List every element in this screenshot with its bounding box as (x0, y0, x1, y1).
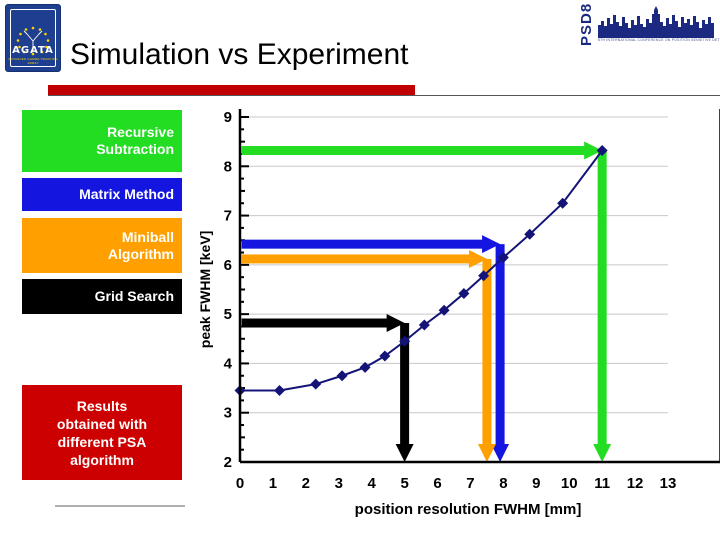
chart-plot-border (238, 109, 720, 464)
x-tick-label: 7 (466, 475, 474, 492)
agata-logo: AGATA ADVANCED GAMMA TRACKING ARRAY (5, 4, 61, 72)
series-marker (310, 378, 322, 390)
results-note-line3: different PSA (57, 433, 147, 450)
series-line (240, 149, 603, 392)
y-tick-label: 5 (224, 306, 232, 323)
x-tick-label: 11 (594, 475, 610, 492)
title-rule-thin (48, 95, 720, 96)
chart-svg: 23456789 0 1 2 3 4 5 6 7 8 9 10 11 12 13 position res… (197, 109, 720, 518)
results-note-rule (55, 505, 185, 507)
series-marker (274, 385, 286, 397)
results-note: Results obtained with different PSA algo… (22, 385, 182, 480)
psd8-logo: PSD8 8TH INTERNATIONAL CONFERENCE ON POS… (572, 0, 720, 52)
y-tick-label: 7 (224, 208, 232, 225)
results-note-line1: Results (76, 397, 128, 414)
agata-subtitle: ADVANCED GAMMA TRACKING ARRAY (8, 57, 58, 65)
x-tick-label: 6 (433, 475, 441, 492)
x-axis-title: position resolution FWHM [mm] (355, 501, 582, 518)
results-note-line2: obtained with (56, 415, 148, 432)
psd8-caption: 8TH INTERNATIONAL CONFERENCE ON POSITION… (598, 38, 720, 42)
legend-item-miniball-algorithm[interactable]: Miniball Algorithm (22, 218, 182, 273)
y-tick-label: 4 (224, 355, 233, 372)
psd8-wordmark: PSD8 (578, 2, 595, 46)
y-tick-label: 9 (224, 109, 232, 126)
agata-wordmark: AGATA (12, 45, 54, 56)
grid-search-marker (241, 314, 414, 462)
page-title: Simulation vs Experiment (70, 38, 409, 71)
x-tick-label: 13 (660, 475, 677, 492)
y-tick-label: 3 (224, 405, 232, 422)
y-axis-title: peak FWHM [keV] (197, 231, 213, 348)
miniball-algorithm-marker (241, 249, 496, 462)
y-tick-label: 8 (224, 158, 232, 175)
legend-label-line1: Recursive (107, 124, 174, 140)
x-tick-label: 8 (499, 475, 507, 492)
legend-label-line1: Miniball (121, 228, 174, 245)
legend-label-line1: Grid Search (94, 288, 174, 304)
chart-y-ticks (240, 116, 249, 463)
matrix-method-marker (241, 235, 510, 462)
legend-label-line2: Subtraction (96, 141, 174, 157)
chart-x-tick-labels: 0 1 2 3 4 5 6 7 8 9 10 11 12 13 (236, 475, 677, 492)
x-tick-label: 5 (400, 475, 408, 492)
x-tick-label: 10 (561, 475, 578, 492)
chart-annotation-arrows (241, 141, 612, 462)
x-tick-label: 12 (627, 475, 644, 492)
legend-label-line2: Algorithm (107, 245, 174, 262)
psd8-skyline-icon (598, 4, 714, 38)
x-tick-label: 1 (269, 475, 277, 492)
x-tick-label: 3 (335, 475, 343, 492)
legend-item-matrix-method[interactable]: Matrix Method (22, 178, 182, 211)
series-marker (336, 370, 348, 382)
y-tick-label: 2 (224, 454, 232, 471)
legend-item-grid-search[interactable]: Grid Search (22, 279, 182, 314)
results-note-line4: algorithm (70, 451, 134, 468)
chart-y-tick-labels: 2 3 4 5 6 7 8 9 (224, 109, 233, 471)
x-tick-label: 4 (368, 475, 377, 492)
legend-label-line1: Matrix Method (79, 186, 174, 202)
x-tick-label: 0 (236, 475, 244, 492)
legend-item-recursive-subtraction[interactable]: Recursive Subtraction (22, 110, 182, 172)
recursive-subtraction-marker (241, 141, 612, 462)
chart-data-series (234, 145, 608, 397)
y-tick-label: 6 (224, 257, 232, 274)
simulation-vs-experiment-chart: 23456789 0 1 2 3 4 5 6 7 8 9 10 11 12 13 position res… (196, 100, 720, 540)
x-tick-label: 9 (532, 475, 540, 492)
x-tick-label: 2 (302, 475, 310, 492)
